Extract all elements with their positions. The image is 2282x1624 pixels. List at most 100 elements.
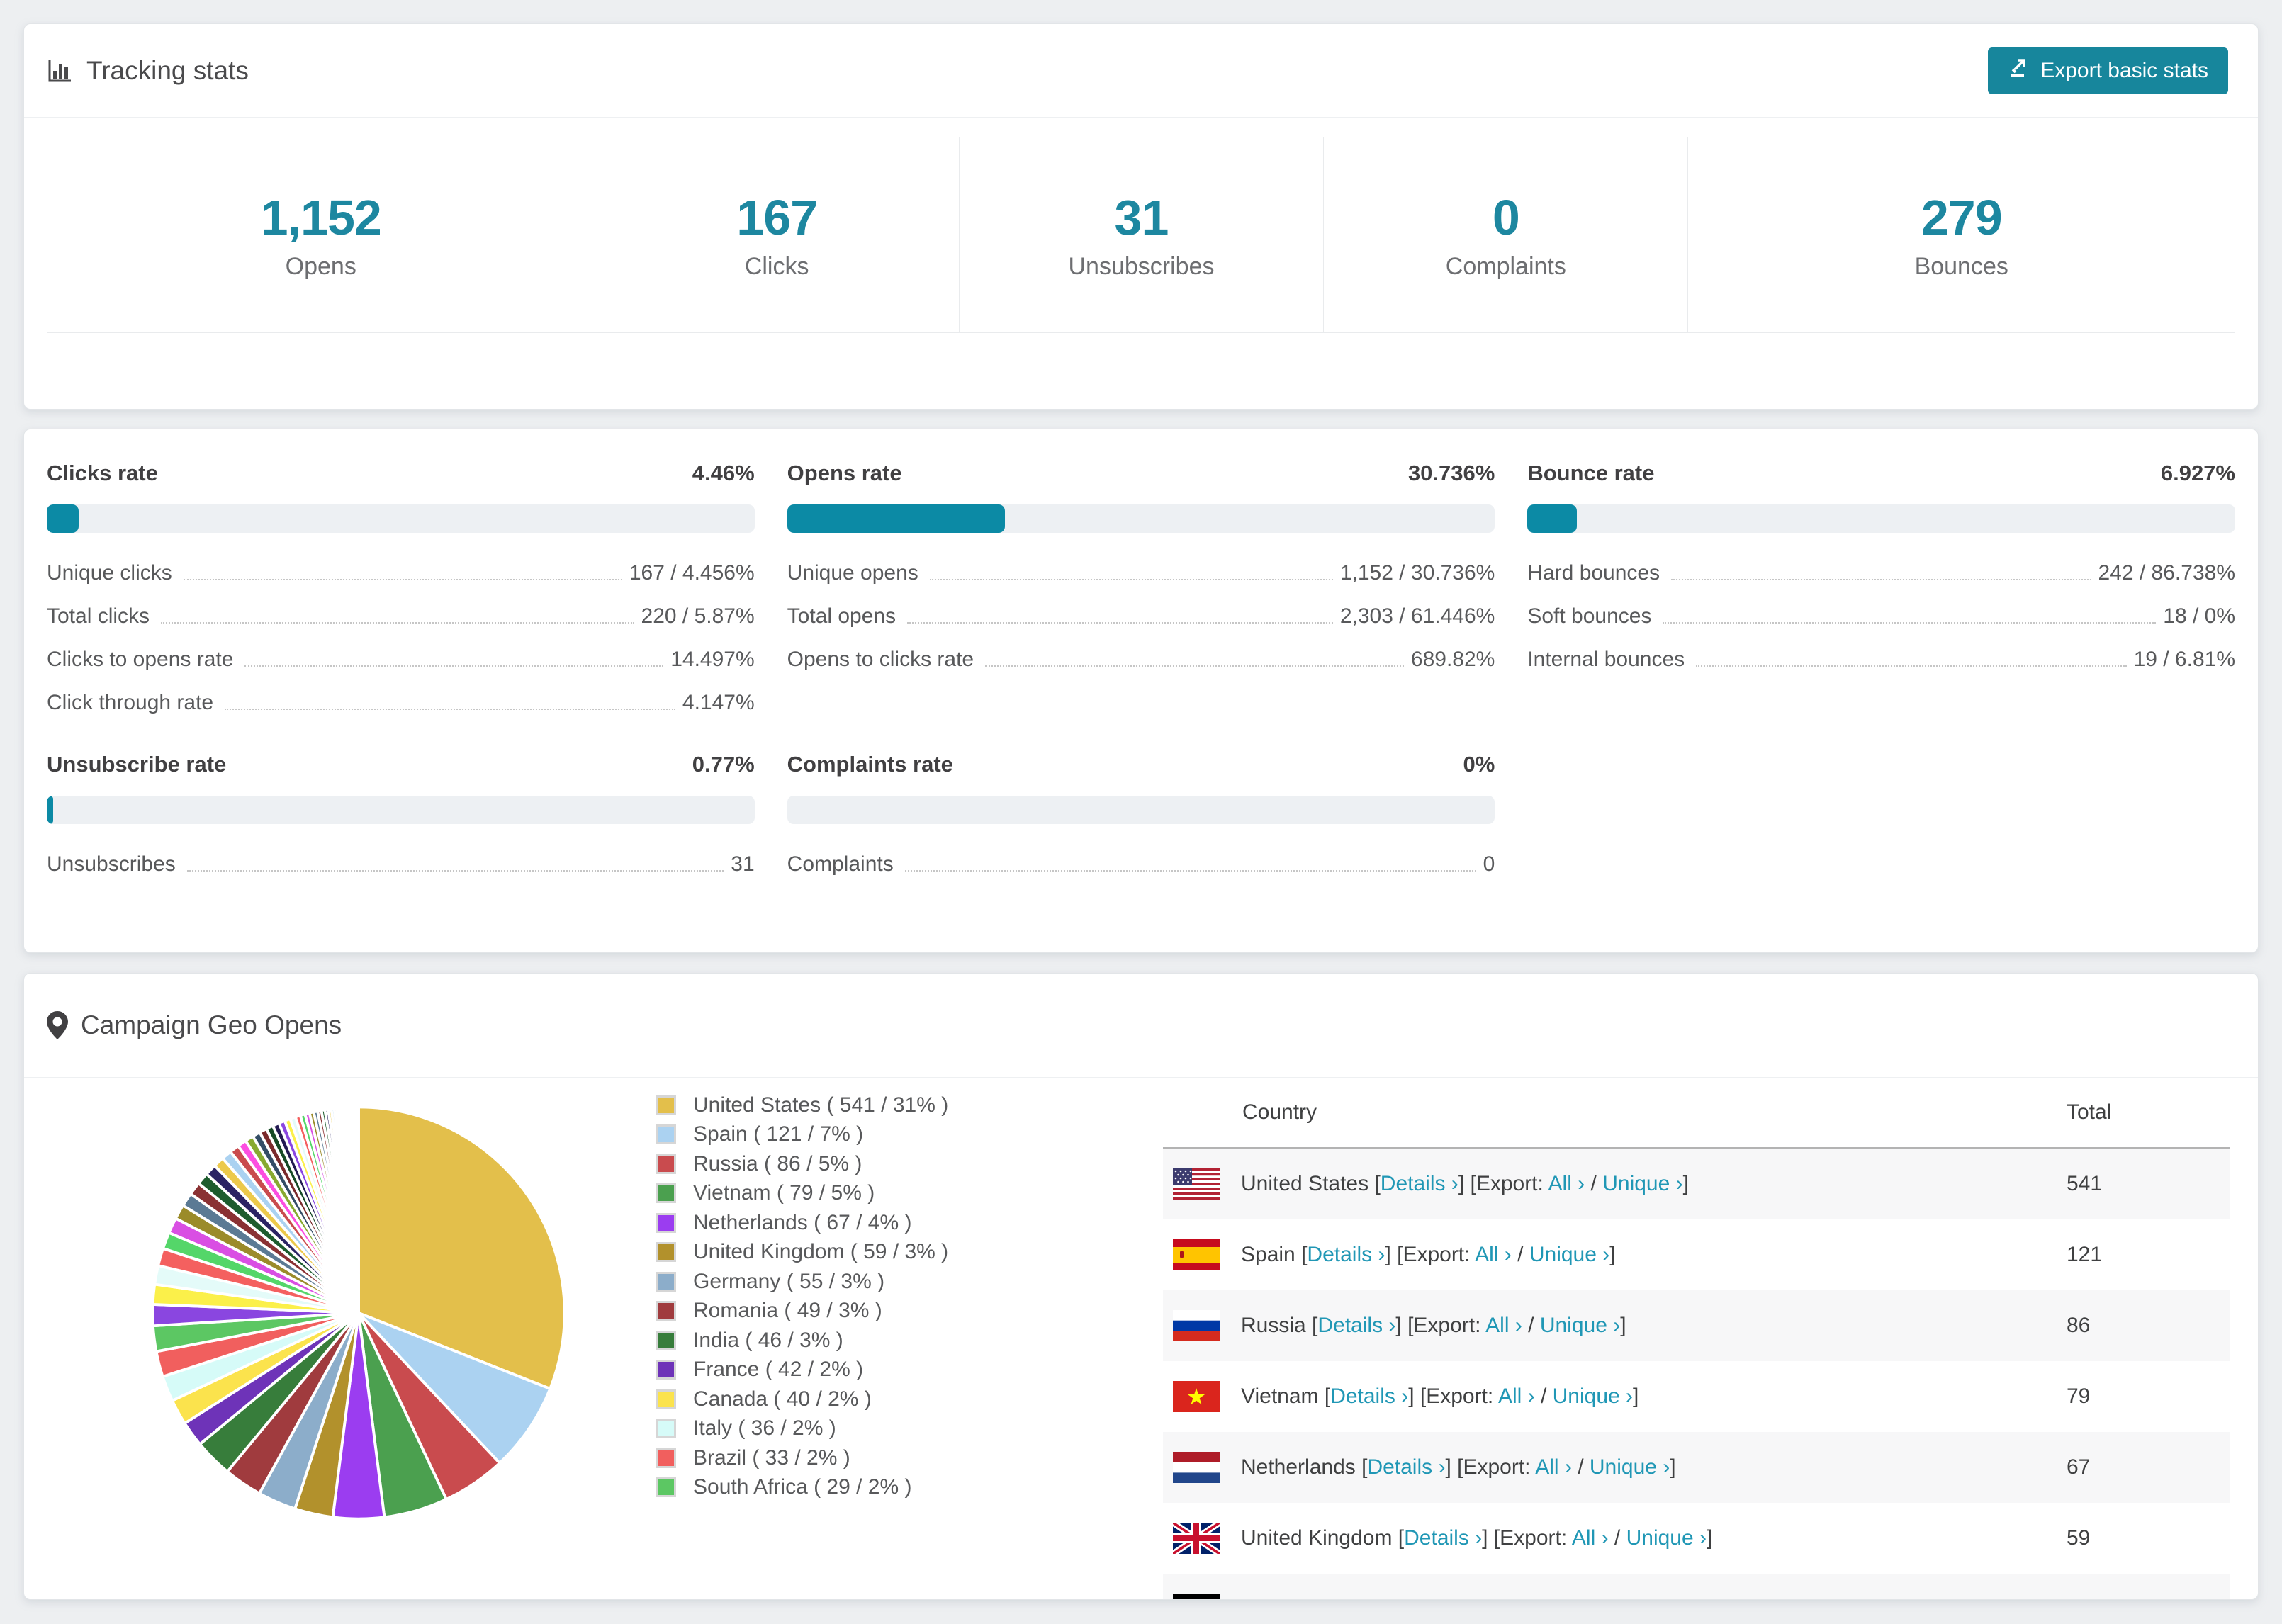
legend-label: Netherlands ( 67 / 4% ) (693, 1210, 912, 1234)
total-value: 86 (2067, 1314, 2091, 1337)
export-all-link[interactable]: All › (1475, 1243, 1512, 1266)
stat-cell-unsubscribes: 31 Unsubscribes (958, 137, 1323, 332)
pie-slice-other-45[interactable] (356, 1105, 360, 1314)
tracking-stats-title: Tracking stats (47, 56, 249, 86)
rate-block-clicks-rate: Clicks rate 4.46% Unique clicks 167 / 4.456… (47, 461, 755, 715)
export-unique-link[interactable]: Unique › (1553, 1385, 1633, 1408)
geo-title-wrap: Campaign Geo Opens (47, 1010, 342, 1040)
details-link[interactable]: Details › (1330, 1385, 1408, 1408)
rate-value: 0% (1463, 752, 1495, 777)
rate-head: Bounce rate 6.927% (1527, 461, 2235, 486)
details-link[interactable]: Details › (1317, 1314, 1395, 1337)
legend-item-india: India ( 46 / 3% ) (656, 1326, 1011, 1355)
details-link[interactable]: Details › (1307, 1243, 1385, 1266)
campaign-geo-opens-card: Campaign Geo Opens United States ( 541 /… (23, 973, 2259, 1600)
legend-item-france: France ( 42 / 2% ) (656, 1355, 1011, 1385)
dotted-leader (929, 579, 1333, 580)
summary-stats-box: 1,152 Opens 167 Clicks 31 Unsubscribes 0 Compla… (47, 137, 2235, 333)
legend-item-spain: Spain ( 121 / 7% ) (656, 1120, 1011, 1150)
export-all-link[interactable]: All › (1548, 1172, 1585, 1195)
flag-united-states-icon (1173, 1168, 1220, 1200)
legend-swatch (656, 1242, 676, 1263)
rate-progress-bar (787, 504, 1495, 533)
rate-metric-row: Unique clicks 167 / 4.456% (47, 561, 755, 585)
export-unique-link[interactable]: Unique › (1602, 1172, 1682, 1195)
export-all-link[interactable]: All › (1572, 1526, 1609, 1550)
export-unique-link[interactable]: Unique › (1590, 1455, 1670, 1479)
details-link[interactable]: Details › (1381, 1172, 1458, 1195)
details-link[interactable]: Details › (1367, 1455, 1445, 1479)
flag-spain-icon (1173, 1239, 1220, 1270)
export-all-link[interactable]: All › (1508, 1597, 1545, 1599)
rate-head: Clicks rate 4.46% (47, 461, 755, 486)
total-value: 121 (2067, 1243, 2103, 1266)
legend-label: South Africa ( 29 / 2% ) (693, 1475, 912, 1499)
country-cell: Netherlands [Details ›] [Export: All › /… (1163, 1452, 2067, 1483)
legend-label: Spain ( 121 / 7% ) (693, 1122, 864, 1146)
stat-label: Unsubscribes (1068, 253, 1215, 280)
legend-label: Brazil ( 33 / 2% ) (693, 1445, 850, 1470)
metric-label: Total clicks (47, 604, 150, 628)
dotted-leader (244, 665, 664, 667)
legend-item-united-kingdom: United Kingdom ( 59 / 3% ) (656, 1238, 1011, 1268)
rate-metric-list: Unsubscribes 31 (47, 852, 755, 876)
flag-united-kingdom-icon (1171, 1520, 1222, 1557)
geo-pie-chart[interactable] (139, 1093, 578, 1536)
stat-label: Clicks (744, 253, 809, 280)
export-all-link[interactable]: All › (1485, 1314, 1522, 1337)
geo-country-table: Country Total United States [Details ›] … (1163, 1078, 2230, 1599)
dotted-leader (1696, 665, 2127, 667)
rate-title: Clicks rate (47, 461, 158, 485)
legend-label: Italy ( 36 / 2% ) (693, 1416, 836, 1440)
dotted-leader (161, 622, 634, 624)
country-cell: United States [Details ›] [Export: All ›… (1163, 1168, 2067, 1200)
export-unique-link[interactable]: Unique › (1529, 1243, 1609, 1266)
metric-label: Soft bounces (1527, 604, 1652, 628)
export-basic-stats-button[interactable]: Export basic stats (1988, 47, 2228, 94)
legend-label: Russia ( 86 / 5% ) (693, 1151, 862, 1175)
geo-body: United States ( 541 / 31% ) Spain ( 121 /… (24, 1078, 2258, 1599)
export-unique-link[interactable]: Unique › (1563, 1597, 1643, 1599)
column-header-total: Total (2067, 1100, 2112, 1124)
export-unique-link[interactable]: Unique › (1540, 1314, 1620, 1337)
metric-value: 18 / 0% (2163, 604, 2235, 628)
flag-germany-icon (1173, 1594, 1220, 1599)
stat-label: Bounces (1914, 253, 2008, 280)
legend-swatch (656, 1271, 676, 1292)
table-row-spain: Spain [Details ›] [Export: All › / Uniqu… (1163, 1219, 2230, 1290)
rates-card: Clicks rate 4.46% Unique clicks 167 / 4.456… (23, 429, 2259, 953)
legend-item-united-states: United States ( 541 / 31% ) (656, 1090, 1011, 1120)
metric-label: Total opens (787, 604, 896, 628)
rate-block-opens-rate: Opens rate 30.736% Unique opens 1,152 / 30.… (787, 461, 1495, 715)
stat-cell-complaints: 0 Complaints (1323, 137, 1687, 332)
stat-value: 279 (1921, 190, 2003, 245)
geo-header: Campaign Geo Opens (24, 974, 2258, 1078)
total-value: 541 (2067, 1172, 2103, 1195)
dotted-leader (1663, 622, 2157, 624)
legend-label: Germany ( 55 / 3% ) (693, 1269, 885, 1293)
stat-label: Complaints (1445, 253, 1566, 280)
legend-swatch (656, 1477, 676, 1498)
metric-value: 1,152 / 30.736% (1339, 561, 1495, 585)
details-link[interactable]: Details › (1340, 1597, 1418, 1599)
rate-metric-row: Opens to clicks rate 689.82% (787, 648, 1495, 672)
legend-item-germany: Germany ( 55 / 3% ) (656, 1267, 1011, 1297)
metric-value: 167 / 4.456% (629, 561, 755, 585)
rate-metric-row: Unsubscribes 31 (47, 852, 755, 876)
legend-swatch (656, 1419, 676, 1439)
metric-value: 2,303 / 61.446% (1339, 604, 1495, 628)
rate-progress-fill (47, 504, 79, 533)
rate-value: 0.77% (692, 752, 755, 777)
export-all-link[interactable]: All › (1535, 1455, 1572, 1479)
dotted-leader (183, 579, 622, 580)
country-cell: Spain [Details ›] [Export: All › / Uniqu… (1163, 1239, 2067, 1270)
details-link[interactable]: Details › (1404, 1526, 1482, 1550)
rate-metric-row: Internal bounces 19 / 6.81% (1527, 648, 2235, 672)
dotted-leader (1671, 579, 2091, 580)
rate-metric-list: Unique opens 1,152 / 30.736% Total opens 2,… (787, 561, 1495, 672)
total-value: 59 (2067, 1526, 2091, 1550)
export-all-link[interactable]: All › (1498, 1385, 1535, 1408)
legend-swatch (656, 1124, 676, 1145)
legend-label: France ( 42 / 2% ) (693, 1358, 864, 1382)
export-unique-link[interactable]: Unique › (1626, 1526, 1707, 1550)
